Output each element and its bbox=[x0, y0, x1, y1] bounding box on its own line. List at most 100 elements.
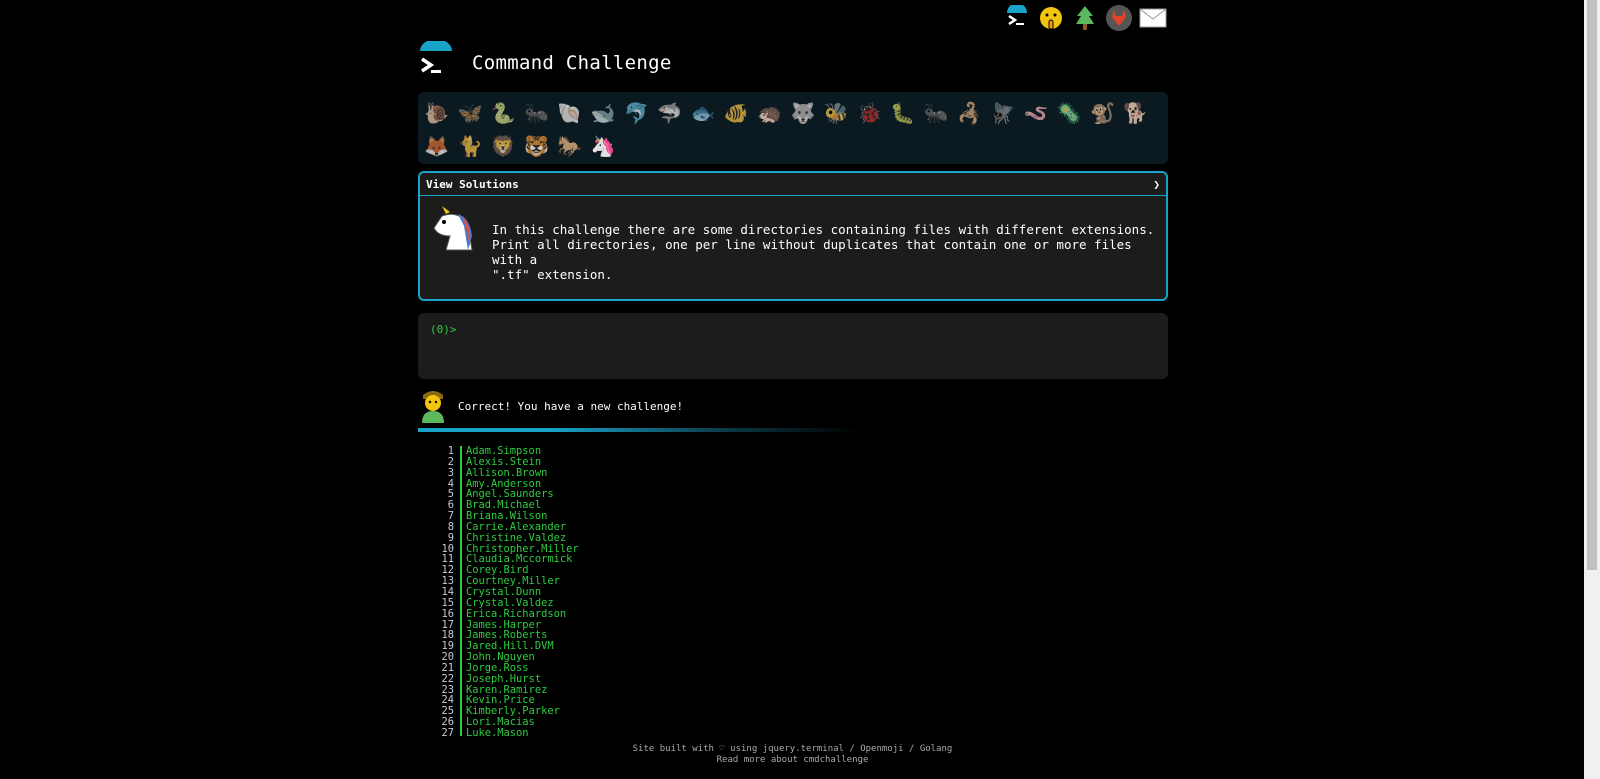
bee-icon[interactable]: 🐝 bbox=[820, 96, 853, 129]
terminal-icon[interactable] bbox=[1002, 3, 1032, 33]
line-separator bbox=[460, 456, 462, 468]
list-item: 16 Erica.Richardson bbox=[418, 607, 1168, 620]
list-item: 20 John.Nguyen bbox=[418, 652, 1168, 663]
line-number: 27 bbox=[441, 726, 454, 736]
microbe-icon[interactable]: 🦠 bbox=[1053, 96, 1086, 129]
line-separator bbox=[460, 608, 462, 620]
line-separator bbox=[460, 467, 462, 479]
top-nav bbox=[1002, 0, 1172, 36]
level-selector: 🐌 🦋 🐍 🐜 🐚 🐋 🐬 🦈 🐟 🐠 🦔 🐺 🐝 🐞 🐛 🐜 🦂 🪰 🪱 🦠 🐒 🐕 🦊 🐈 🦁 🐯 🐎 🦄 bbox=[418, 92, 1168, 164]
directory-name: Christine.Valdez bbox=[466, 531, 567, 544]
worm-icon[interactable]: 🪱 bbox=[1019, 96, 1052, 129]
wolf-icon[interactable]: 🐺 bbox=[786, 96, 819, 129]
footer-credits[interactable]: Site built with ♡ using jquery.terminal … bbox=[600, 744, 985, 755]
chevron-right-icon[interactable]: ❯ bbox=[1153, 178, 1160, 191]
logo-icon bbox=[418, 39, 458, 85]
status-message: Correct! You have a new challenge! bbox=[458, 399, 684, 413]
directory-name: Luke.Mason bbox=[466, 726, 529, 736]
dog-icon[interactable]: 🐕 bbox=[1119, 96, 1152, 129]
line-separator bbox=[460, 641, 462, 653]
terminal-prompt: (0)> bbox=[430, 323, 457, 336]
line-separator bbox=[460, 619, 462, 631]
output-listing: 1 Adam.Simpson 2 Alexis.Stein 3 Allison.Brown… bbox=[418, 446, 1168, 736]
snake-icon[interactable]: 🐍 bbox=[487, 96, 520, 129]
gitlab-icon[interactable] bbox=[1104, 3, 1134, 33]
whale-icon[interactable]: 🐋 bbox=[586, 96, 619, 129]
cat-icon[interactable]: 🐈 bbox=[453, 129, 486, 162]
line-separator bbox=[460, 511, 462, 522]
line-separator bbox=[460, 662, 462, 674]
line-separator bbox=[460, 717, 462, 728]
footer-about-link[interactable]: Read more about cmdchallenge bbox=[600, 755, 985, 766]
line-separator bbox=[460, 576, 462, 587]
unicorn-icon[interactable]: 🦄 bbox=[586, 129, 619, 162]
list-item: 26 Lori.Macias bbox=[418, 717, 1168, 728]
scrollbar-thumb[interactable] bbox=[1587, 0, 1597, 570]
shark-icon[interactable]: 🦈 bbox=[653, 96, 686, 129]
ladybug-icon[interactable]: 🐞 bbox=[853, 96, 886, 129]
line-separator bbox=[460, 532, 462, 544]
line-separator bbox=[460, 565, 462, 577]
terminal[interactable]: (0)> bbox=[418, 313, 1168, 379]
butterfly-icon[interactable]: 🦋 bbox=[453, 96, 486, 129]
line-separator bbox=[460, 586, 462, 598]
line-separator bbox=[460, 543, 462, 555]
directory-name: Allison.Brown bbox=[466, 466, 548, 479]
avatar bbox=[418, 387, 448, 426]
view-solutions-header[interactable]: View Solutions ❯ bbox=[420, 173, 1166, 196]
line-separator bbox=[460, 727, 462, 736]
directory-name: Joseph.Hurst bbox=[466, 672, 542, 685]
line-separator bbox=[460, 706, 462, 718]
shush-face-icon[interactable] bbox=[1036, 3, 1066, 33]
mail-icon[interactable] bbox=[1138, 3, 1168, 33]
fox-icon[interactable]: 🦊 bbox=[420, 129, 453, 162]
challenge-panel: View Solutions ❯ In this challenge there… bbox=[418, 171, 1168, 301]
list-item: 11 Claudia.Mccormick bbox=[418, 554, 1168, 566]
view-solutions-label[interactable]: View Solutions bbox=[426, 178, 519, 191]
directory-name: Erica.Richardson bbox=[466, 607, 567, 620]
list-item: 9 Christine.Valdez bbox=[418, 531, 1168, 544]
scrollbar[interactable] bbox=[1584, 0, 1600, 779]
line-separator bbox=[460, 446, 462, 457]
list-item: 27 Luke.Mason bbox=[418, 728, 1168, 736]
line-separator bbox=[460, 673, 462, 685]
monkey-icon[interactable]: 🐒 bbox=[1086, 96, 1119, 129]
line-separator bbox=[460, 684, 462, 696]
line-separator bbox=[460, 652, 462, 663]
shell-icon[interactable]: 🐚 bbox=[553, 96, 586, 129]
hedgehog-icon[interactable]: 🦔 bbox=[753, 96, 786, 129]
unicorn-icon bbox=[428, 206, 478, 282]
list-item: 22 Joseph.Hurst bbox=[418, 672, 1168, 685]
line-separator bbox=[460, 597, 462, 609]
ant-icon[interactable]: 🐜 bbox=[919, 96, 952, 129]
dolphin-icon[interactable]: 🐬 bbox=[620, 96, 653, 129]
line-number: 16 bbox=[441, 607, 454, 620]
line-number: 22 bbox=[441, 672, 454, 685]
tree-icon[interactable] bbox=[1070, 3, 1100, 33]
caterpillar-icon[interactable]: 🐛 bbox=[886, 96, 919, 129]
line-separator bbox=[460, 695, 462, 707]
list-item: 3 Allison.Brown bbox=[418, 466, 1168, 479]
horse-icon[interactable]: 🐎 bbox=[553, 129, 586, 162]
fish-icon[interactable]: 🐟 bbox=[686, 96, 719, 129]
status-row: Correct! You have a new challenge! bbox=[418, 386, 1168, 426]
line-separator bbox=[460, 630, 462, 642]
line-number: 9 bbox=[447, 531, 454, 544]
line-separator bbox=[460, 521, 462, 533]
line-separator bbox=[460, 478, 462, 490]
line-separator bbox=[460, 500, 462, 512]
footer: Site built with ♡ using jquery.terminal … bbox=[600, 744, 985, 766]
lion-icon[interactable]: 🦁 bbox=[487, 129, 520, 162]
bug-icon[interactable]: 🐜 bbox=[520, 96, 553, 129]
line-number: 3 bbox=[447, 466, 454, 479]
page-title: Command Challenge bbox=[472, 52, 672, 74]
challenge-description: In this challenge there are some directo… bbox=[492, 222, 1155, 282]
tropical-fish-icon[interactable]: 🐠 bbox=[720, 96, 753, 129]
tiger-icon[interactable]: 🐯 bbox=[520, 129, 553, 162]
fly-icon[interactable]: 🪰 bbox=[986, 96, 1019, 129]
line-separator bbox=[460, 554, 462, 566]
line-separator bbox=[460, 489, 462, 501]
progress-divider bbox=[418, 428, 858, 432]
snail-icon[interactable]: 🐌 bbox=[420, 96, 453, 129]
scorpion-icon[interactable]: 🦂 bbox=[953, 96, 986, 129]
